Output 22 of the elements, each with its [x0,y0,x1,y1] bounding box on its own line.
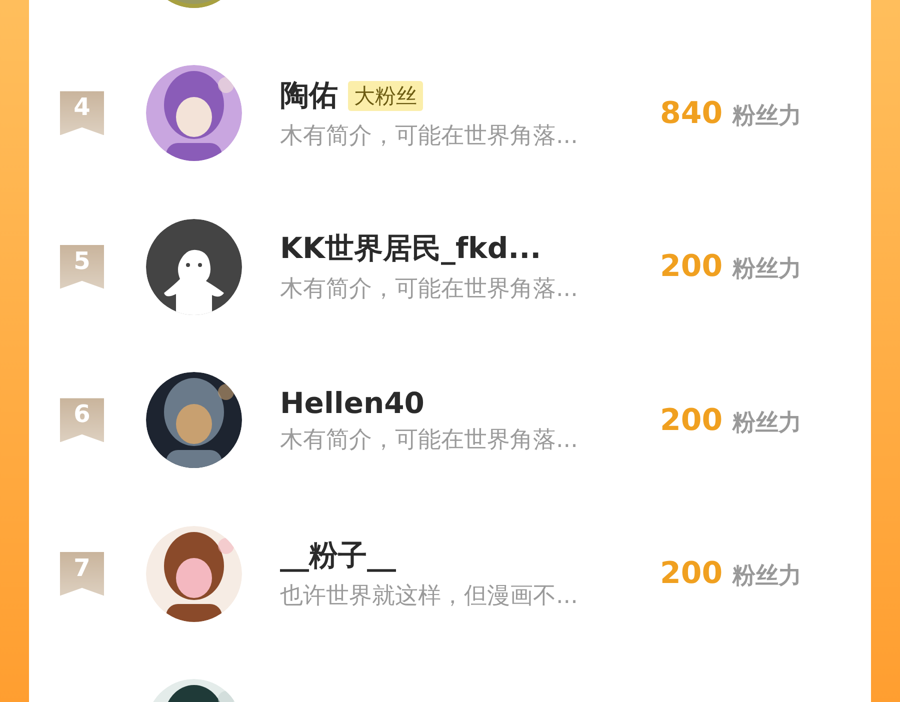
fan-tag: 大粉丝 [348,80,423,111]
rank-badge: 5 [60,244,104,289]
rank-badge: 7 [60,552,104,596]
user-name: __粉子__ [280,537,396,574]
user-name: Hellen40 [280,386,424,420]
rank-badge: 6 [60,398,104,442]
score-unit: 粉丝力 [732,255,802,284]
score-unit: 粉丝力 [732,408,802,438]
rank-badge: 4 [60,91,104,136]
score-unit: 粉丝力 [732,102,802,131]
score-unit: 粉丝力 [732,562,802,592]
user-bio: 木有简介，可能在世界角落... [280,122,579,151]
fan-score: 200 [660,249,723,284]
user-name: KK世界居民_fkd... [280,230,542,268]
user-name: 陶佑 [280,76,338,114]
user-bio: 木有简介，可能在世界角落... [280,426,579,455]
default-avatar-icon [146,218,242,315]
fan-score: 840 [660,96,723,131]
user-bio: 也许世界就这样，但漫画不... [280,582,579,612]
fan-score: 200 [660,402,723,438]
fan-score: 200 [660,556,723,592]
user-bio: 木有简介，可能在世界角落... [280,275,579,304]
